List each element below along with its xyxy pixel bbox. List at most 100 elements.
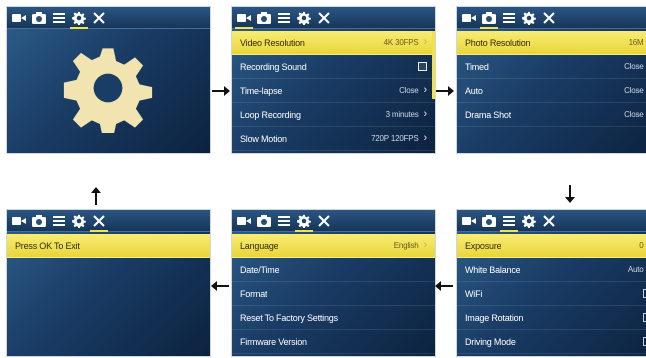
menu-icon[interactable] [500,214,518,232]
menu-value: 4K 30FPS [383,38,419,47]
system-settings-menu: Language English › Date/Time Format Rese… [232,234,435,354]
menu-label: Exposure [465,240,502,251]
menu-label: Photo Resolution [465,37,531,48]
camera-icon[interactable] [480,11,498,29]
menu-label: Reset To Factory Settings [240,312,338,323]
top-tab-bar [457,210,646,232]
video-icon[interactable] [12,214,26,228]
menu-label: White Balance [465,264,521,275]
menu-value: 3 minutes [385,110,419,119]
menu-row-video-resolution[interactable]: Video Resolution 4K 30FPS › [232,31,435,55]
gear-icon[interactable] [70,11,88,29]
menu-row-driving-mode[interactable]: Driving Mode [457,330,646,354]
menu-icon[interactable] [277,214,291,228]
camera-icon[interactable] [32,214,46,228]
camera-icon[interactable] [482,214,496,228]
arrow-right-icon [210,81,230,101]
menu-label: Recording Sound [240,61,307,72]
menu-row-date-time[interactable]: Date/Time [232,258,435,282]
menu-row-wifi[interactable]: WiFi [457,282,646,306]
checkbox-icon[interactable] [418,62,427,71]
menu-label: Firmware Version [240,336,307,347]
menu-row-time-lapse[interactable]: Time-lapse Close › [232,79,435,103]
screen-video-settings: Video Resolution 4K 30FPS › Recording So… [232,7,435,153]
video-settings-menu: Video Resolution 4K 30FPS › Recording So… [232,31,435,151]
gear-icon[interactable] [295,214,313,232]
chevron-right-icon: › [423,84,428,96]
close-icon[interactable] [317,214,331,228]
menu-row-loop-recording[interactable]: Loop Recording 3 minutes › [232,103,435,127]
menu-value: English [393,241,419,250]
gear-icon[interactable] [522,11,536,25]
close-icon[interactable] [90,214,108,232]
menu-row-reset-factory[interactable]: Reset To Factory Settings [232,306,435,330]
top-tab-bar [457,7,646,29]
camera-icon[interactable] [257,11,271,25]
menu-label: Driving Mode [465,336,516,347]
menu-label: Auto [465,85,483,96]
screen-menu-settings: Exposure 0 › White Balance Auto › WiFi [457,210,646,356]
menu-row-photo-resolution[interactable]: Photo Resolution 16M › [457,31,646,55]
close-icon[interactable] [317,11,331,25]
menu-row-image-rotation[interactable]: Image Rotation [457,306,646,330]
menu-row-exposure[interactable]: Exposure 0 › [457,234,646,258]
menu-label: Date/Time [240,264,280,275]
close-icon[interactable] [92,11,106,25]
video-icon[interactable] [235,11,253,29]
top-tab-bar [232,7,435,29]
top-tab-bar [232,210,435,232]
exit-menu: Press OK To Exit [7,234,210,258]
menu-icon[interactable] [277,11,291,25]
video-icon[interactable] [12,11,26,25]
arrow-down-icon [560,183,580,203]
menu-value: Close [399,86,419,95]
camera-icon[interactable] [32,11,46,25]
menu-label: Timed [465,61,489,72]
menu-value: 16M [628,38,644,47]
menu-value: Close [624,86,644,95]
menu-row-timed[interactable]: Timed Close › [457,55,646,79]
gear-icon[interactable] [297,11,311,25]
menu-row-slow-motion[interactable]: Slow Motion 720P 120FPS › [232,127,435,151]
menu-label: Format [240,288,268,299]
video-icon[interactable] [462,214,476,228]
menu-row-white-balance[interactable]: White Balance Auto › [457,258,646,282]
menu-value: Close [624,62,644,71]
screen-photo-settings: Photo Resolution 16M › Timed Close › Aut… [457,7,646,153]
menu-icon[interactable] [52,214,66,228]
menu-row-auto[interactable]: Auto Close › [457,79,646,103]
camera-menu-flow: Video Resolution 4K 30FPS › Recording So… [0,0,646,358]
chevron-right-icon: › [423,108,428,120]
menu-row-format[interactable]: Format [232,282,435,306]
menu-value: 720P 120FPS [371,134,419,143]
gear-icon[interactable] [522,214,536,228]
video-icon[interactable] [237,214,251,228]
close-icon[interactable] [542,11,556,25]
screen-gear-overview [7,7,210,153]
menu-row-press-ok-to-exit[interactable]: Press OK To Exit [7,234,210,258]
menu-icon[interactable] [502,11,516,25]
menu-row-recording-sound[interactable]: Recording Sound [232,55,435,79]
menu-label: WiFi [465,288,483,299]
screen-exit: Press OK To Exit [7,210,210,356]
menu-icon[interactable] [52,11,66,25]
menu-row-firmware-version[interactable]: Firmware Version [232,330,435,354]
gear-icon[interactable] [72,214,86,228]
top-tab-bar [7,7,210,29]
menu-row-language[interactable]: Language English › [232,234,435,258]
menu-value: 0 [639,241,644,250]
camera-icon[interactable] [257,214,271,228]
top-tab-bar [7,210,210,232]
close-icon[interactable] [542,214,556,228]
chevron-right-icon: › [423,239,428,251]
menu-label: Image Rotation [465,312,524,323]
arrow-left-icon [435,276,455,296]
menu-row-drama-shot[interactable]: Drama Shot Close › [457,103,646,127]
menu-label: Press OK To Exit [15,240,80,251]
menu-label: Slow Motion [240,133,287,144]
chevron-right-icon: › [423,132,428,144]
video-icon[interactable] [462,11,476,25]
menu-label: Loop Recording [240,109,301,120]
arrow-up-icon [86,187,106,207]
screen-system-settings: Language English › Date/Time Format Rese… [232,210,435,356]
